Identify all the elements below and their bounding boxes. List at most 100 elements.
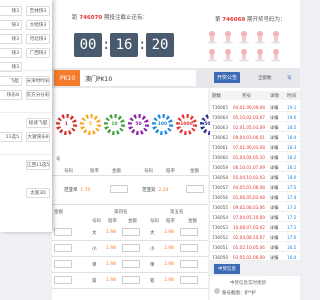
draw-detail-link[interactable]: 详情 [270,105,278,111]
tab-pk10[interactable]: PK10 [54,70,80,86]
menu-item-lottery[interactable]: 极速飞艇 [26,118,50,128]
countdown-suffix: 期投注截止还有： [103,15,148,21]
amount-input[interactable] [122,244,140,252]
menu-item-lottery[interactable]: 快3 [0,6,22,16]
draw-period: 736065 [212,105,228,110]
draw-time: 18:2 [287,155,297,160]
betting-panel: 1 5 10 50 100 1000 5000 号 号码 赔率 金额 号码 赔率… [52,88,221,300]
menu-item-lottery[interactable]: 吉林快3 [26,6,50,16]
draw-history-table: 期数 奖号 详情 时间 736065 04,01,06,09,08 详情 19:1 73… [210,88,300,262]
header-time: 时间 [287,94,296,99]
menu-item-lottery[interactable]: 东方分分彩 [26,90,50,100]
draw-period: 736064 [212,115,228,120]
col-odds: 赔率 [166,169,175,174]
col-odds: 赔率 [166,219,175,224]
amount-input[interactable] [180,228,198,236]
chip-100[interactable]: 100 [152,114,173,135]
amount-input[interactable] [122,228,140,236]
menu-item-lottery[interactable]: 快3 [0,48,22,58]
bet-option-label: 小 [92,247,97,252]
draw-detail-link[interactable]: 详情 [270,235,278,241]
chip-1000[interactable]: 1000 [176,114,197,135]
col-fourth-place: 第四名 [114,210,128,215]
menu-item-lottery[interactable]: 河北快3 [26,34,50,44]
menu-item-lottery[interactable]: 江西11选5 [26,160,50,170]
menu-item-lottery[interactable]: 快3 [0,34,22,44]
menu-item-lottery[interactable]: 快3 [0,20,22,30]
amount-input[interactable] [180,260,198,268]
draw-detail-link[interactable]: 详情 [270,205,278,211]
bet-option-label: 双 [150,279,155,284]
chip-10[interactable]: 10 [104,114,125,135]
draw-detail-link[interactable]: 详情 [270,155,278,161]
draw-detail-link[interactable]: 详情 [270,215,278,221]
menu-item-lottery[interactable]: 太富3D [26,188,50,198]
draw-detail-link[interactable]: 详情 [270,145,278,151]
menu-item-lottery[interactable]: 11选5 [0,132,22,142]
chip-5[interactable]: 5 [80,114,101,135]
game-title-tab[interactable]: 澳门PK10 [80,70,196,86]
result-pin-icon [205,30,219,44]
amount-input[interactable] [54,260,72,268]
timer-separator: : [102,37,111,53]
draw-numbers: 06,10,01,07,09 [233,165,265,170]
draw-period: 736063 [212,125,228,130]
bet-option-odds: 1.98 [106,230,117,235]
draw-filter-all[interactable]: 全部数 [258,75,272,81]
menu-item-lottery[interactable]: 天津时时彩 [26,76,50,86]
col-odds: 赔率 [108,219,117,224]
chip-50[interactable]: 50 [128,114,149,135]
bet-option-label: 双 [92,279,97,284]
draw-detail-link[interactable]: 详情 [270,185,278,191]
chip-1[interactable]: 1 [56,114,77,135]
menu-item-lottery[interactable]: 飞艇 [0,76,22,86]
menu-item-lottery[interactable]: 快乐8 [0,90,22,100]
table-row: 736064 05,10,02,03,07 详情 19:0 [210,112,300,122]
amount-input[interactable] [54,228,72,236]
menu-item-lottery[interactable]: 广西快3 [26,48,50,58]
draw-period: 736054 [212,215,228,220]
draw-detail-link[interactable]: 详情 [270,125,278,131]
col-amount: 金额 [54,210,63,215]
amount-input[interactable] [110,185,128,193]
draw-filter-number[interactable]: 号 [287,75,292,81]
draw-detail-link[interactable]: 详情 [270,245,278,251]
result-pin-icon [221,30,235,44]
draw-detail-link[interactable]: 详情 [270,255,278,261]
draw-detail-link[interactable]: 详情 [270,195,278,201]
odds-b-value: 2.20 [158,188,169,193]
winning-info-button[interactable]: 中奖信息 [214,264,240,274]
col-odds: 赔率 [90,169,99,174]
amount-input[interactable] [54,244,72,252]
draw-announcement-button[interactable]: 开奖公告 [214,72,240,83]
amount-input[interactable] [180,276,198,284]
col-amount: 金额 [190,169,199,174]
chip-selector: 1 5 10 50 100 1000 5000 [56,114,221,135]
draw-numbers: 10,08,07,03,02 [233,225,265,230]
amount-input[interactable] [122,276,140,284]
menu-item-lottery[interactable]: 大富快乐8 [26,132,50,142]
table-row: 736050 03,05,02,06,09 详情 16:4 [210,252,300,262]
amount-input[interactable] [186,185,204,193]
winning-info-title: 中奖信息实时更新 [230,281,266,286]
draw-period: 736052 [212,235,228,240]
menu-divider [0,70,52,71]
results-issue-line: 第 746069 期开奖号码为： [215,15,286,23]
draw-detail-link[interactable]: 详情 [270,115,278,121]
col-amount: 金额 [112,169,121,174]
menu-item-lottery[interactable]: 大哈快3 [26,20,50,30]
amount-input[interactable] [54,276,72,284]
col-amount: 金额 [128,219,137,224]
odds-a: 范亚单 1.70 [64,187,90,193]
amount-input[interactable] [122,260,140,268]
draw-detail-link[interactable]: 详情 [270,165,278,171]
header-detail: 详情 [270,94,279,99]
draw-detail-link[interactable]: 详情 [270,175,278,181]
bet-option-odds: 1.98 [164,262,175,267]
draw-time: 17:5 [287,185,297,190]
amount-input[interactable] [180,244,198,252]
draw-time: 17:2 [287,215,297,220]
draw-detail-link[interactable]: 详情 [270,225,278,231]
draw-detail-link[interactable]: 详情 [270,135,278,141]
bet-option-odds: 1.98 [106,262,117,267]
